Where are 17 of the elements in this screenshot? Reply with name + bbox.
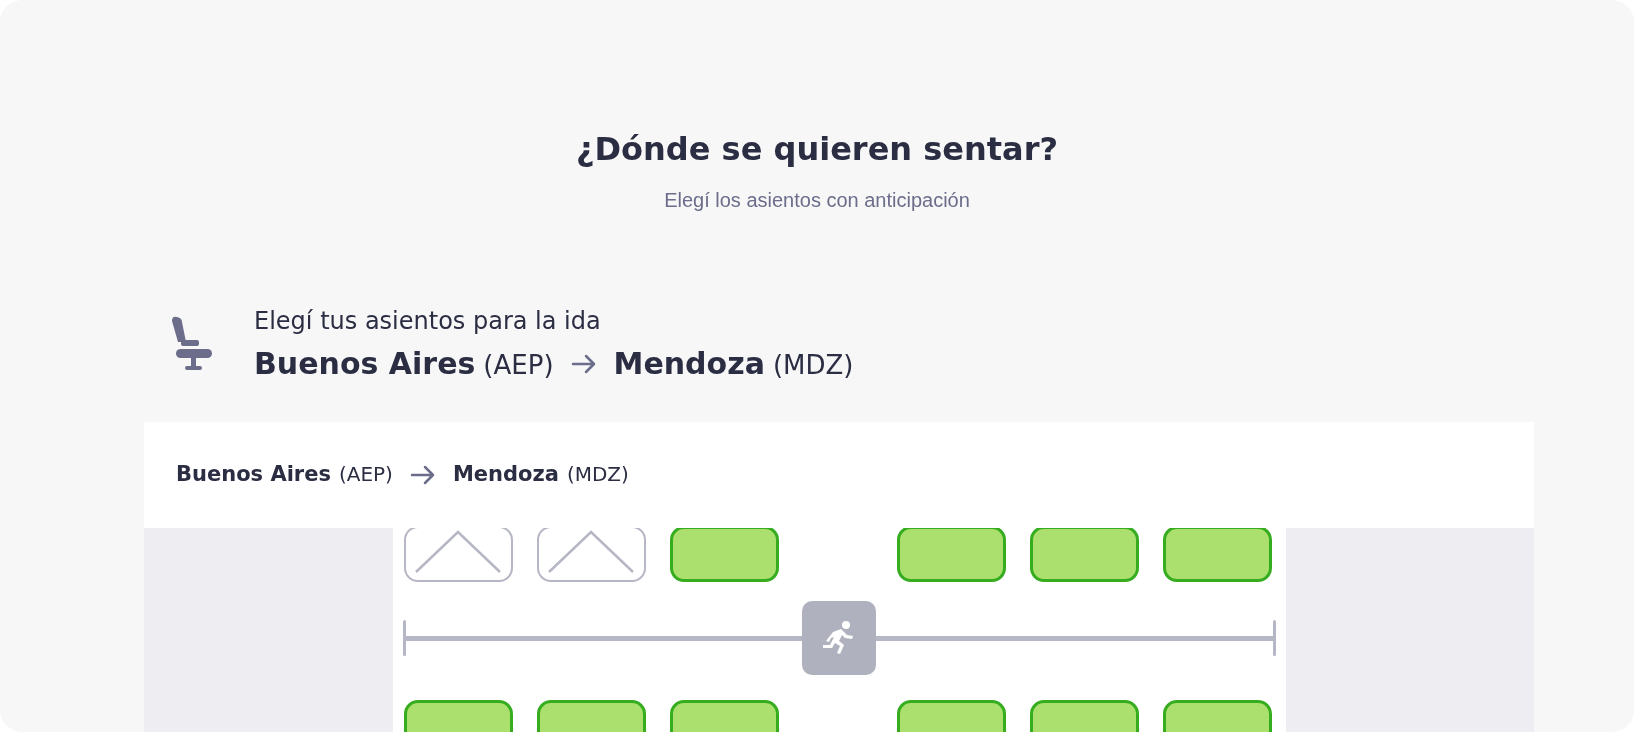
leg-label: Elegí tus asientos para la ida — [254, 306, 602, 337]
page-subtitle: Elegí los asientos con anticipación — [664, 188, 970, 213]
arrow-icon — [408, 463, 437, 487]
available-seat[interactable] — [896, 528, 1006, 582]
available-seat[interactable] — [1162, 528, 1272, 582]
destination-code: (MDZ) — [772, 349, 854, 382]
page-title: ¿Dónde se quieren sentar? — [575, 129, 1059, 170]
emergency-exit-icon — [802, 601, 876, 675]
origin-code: (AEP) — [338, 461, 393, 489]
origin-city: Buenos Aires — [176, 461, 331, 489]
origin-code: (AEP) — [483, 349, 554, 382]
available-seat[interactable] — [669, 528, 779, 582]
origin-city: Buenos Aires — [254, 345, 476, 383]
destination-city: Mendoza — [452, 461, 559, 489]
available-seat[interactable] — [1029, 528, 1139, 582]
destination-code: (MDZ) — [566, 461, 629, 489]
destination-city: Mendoza — [613, 345, 765, 383]
